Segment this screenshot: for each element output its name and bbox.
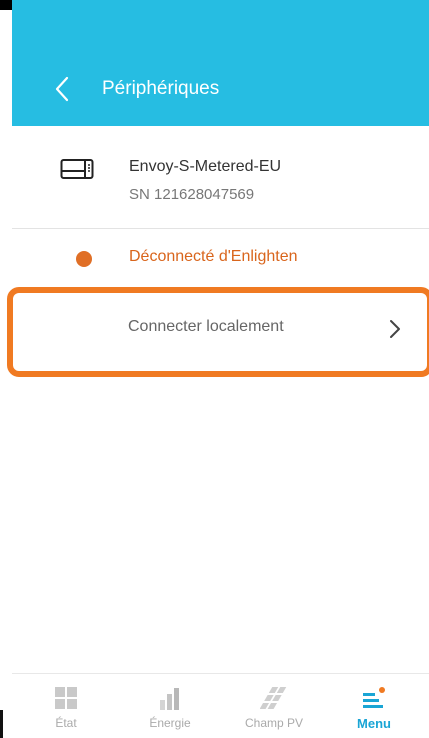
status-text: Déconnecté d'Enlighten (129, 248, 298, 265)
grid-icon (55, 687, 77, 709)
connect-locally-button[interactable]: Connecter localement (12, 292, 425, 363)
bar-chart-icon (160, 688, 179, 710)
solar-panel-icon (260, 687, 287, 709)
menu-icon (363, 687, 385, 708)
tab-etat-label: État (55, 716, 77, 730)
tab-champ-pv-label: Champ PV (244, 716, 304, 730)
tab-menu-label: Menu (357, 716, 391, 731)
device-serial: SN 121628047569 (129, 186, 255, 203)
tab-champ-pv[interactable]: Champ PV (222, 674, 326, 738)
bottom-tab-bar: État Énergie Champ PV Menu (12, 673, 429, 738)
tab-energie[interactable]: Énergie (118, 674, 222, 738)
connection-status: Déconnecté d'Enlighten (12, 229, 429, 289)
status-bar-corner (0, 0, 12, 10)
gateway-device-icon (60, 159, 94, 179)
app-header: Périphériques (12, 0, 429, 126)
tab-energie-label: Énergie (149, 716, 191, 730)
screen: Périphériques Envoy-S-Metered-EU SN 1216… (0, 0, 429, 738)
page-title: Périphériques (102, 78, 220, 99)
status-dot-icon (76, 251, 92, 267)
notification-badge-icon (379, 687, 385, 693)
back-button[interactable] (48, 72, 78, 106)
device-item[interactable]: Envoy-S-Metered-EU SN 121628047569 (12, 140, 429, 229)
chevron-left-icon (55, 76, 69, 102)
chevron-right-icon (390, 320, 400, 338)
screen-edge (0, 710, 8, 738)
connect-locally-label: Connecter localement (128, 318, 284, 335)
tab-menu[interactable]: Menu (322, 674, 426, 738)
device-name: Envoy-S-Metered-EU (129, 158, 282, 175)
tab-etat[interactable]: État (14, 674, 118, 738)
